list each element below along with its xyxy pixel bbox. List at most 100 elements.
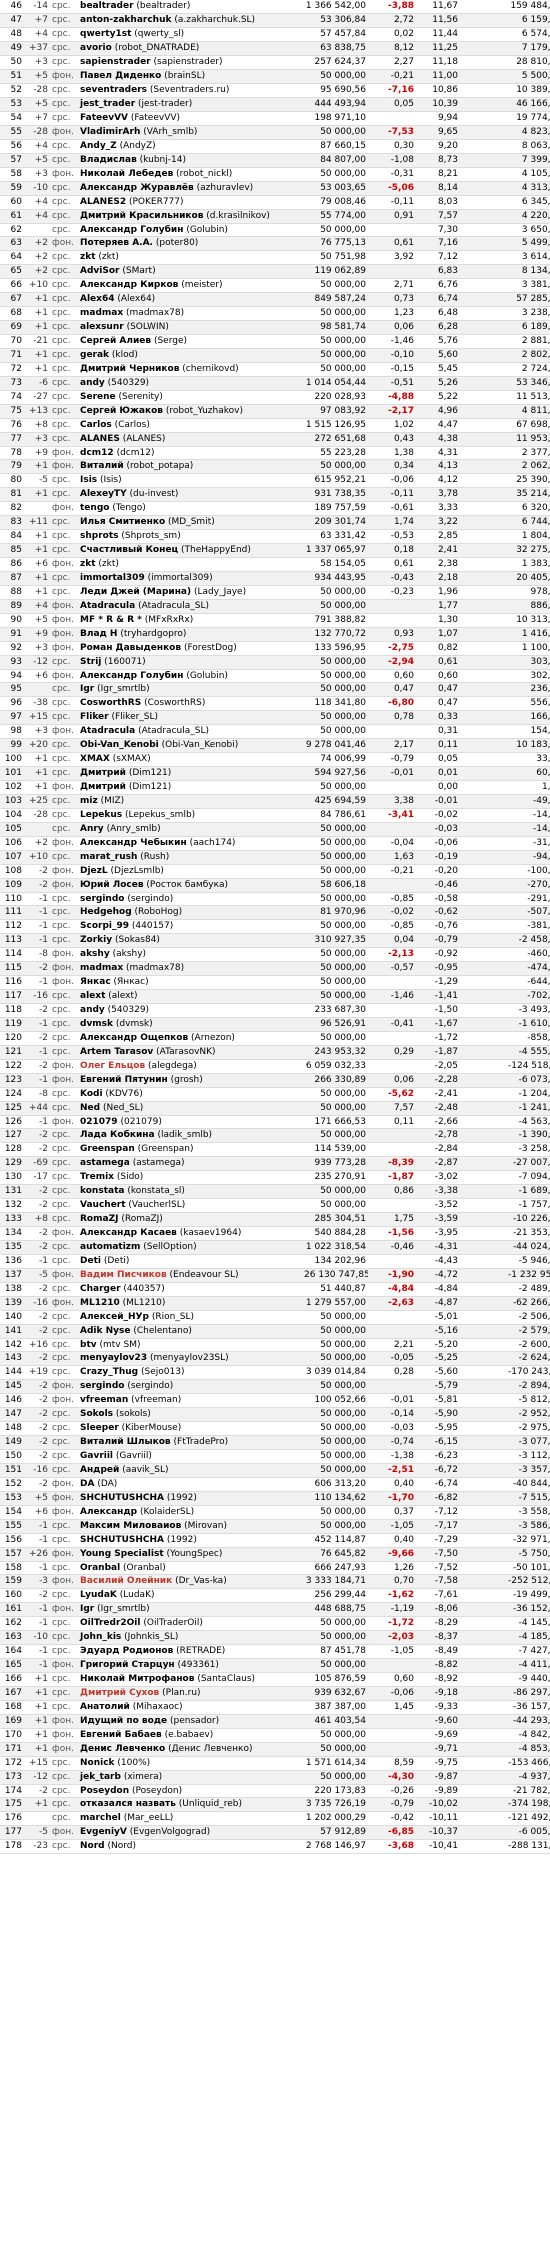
participant-nick-link[interactable]: gerak [80,350,109,360]
participant-nick-link[interactable]: Atadracula [80,601,135,611]
participant-nick-link[interactable]: VladimirArh [80,127,140,137]
participant-nick-link[interactable]: Денис Левченко [80,1744,165,1754]
participant-nick-link[interactable]: Scorpi_99 [80,921,129,931]
participant-nick-link[interactable]: Владислав [80,155,137,165]
participant-nick-link[interactable]: immortal309 [80,573,145,583]
participant-nick-link[interactable]: XMAX [80,754,110,764]
participant-nick-link[interactable]: qwerty1st [80,29,131,39]
participant-nick-link[interactable]: miz [80,796,98,806]
participant-nick-link[interactable]: Kodi [80,1089,103,1099]
participant-nick-link[interactable]: SHCHUTUSHCHA [80,1493,164,1503]
participant-nick-link[interactable]: akshy [80,949,110,959]
participant-nick-link[interactable]: Alex64 [80,294,114,304]
participant-nick-link[interactable]: Илья Смитиенко [80,517,165,527]
participant-nick-link[interactable]: madmax [80,963,123,973]
participant-nick-link[interactable]: seventraders [80,85,147,95]
participant-nick-link[interactable]: Ned [80,1103,100,1113]
participant-nick-link[interactable]: Александр Ощепков [80,1033,188,1043]
participant-nick-link[interactable]: LyudaK [80,1590,117,1600]
participant-nick-link[interactable]: Adik Nyse [80,1326,130,1336]
participant-nick-link[interactable]: Nord [80,1841,105,1851]
participant-nick-link[interactable]: Poseydon [80,1786,129,1796]
participant-nick-link[interactable]: marchel [80,1813,121,1823]
participant-nick-link[interactable]: alexsunr [80,322,124,332]
participant-nick-link[interactable]: Дмитрий Черников [80,364,179,374]
participant-nick-link[interactable]: Zorkiy [80,935,112,945]
participant-nick-link[interactable]: ALANES [80,434,120,444]
participant-nick-link[interactable]: Виталий [80,461,124,471]
participant-nick-link[interactable]: zkt [80,252,96,262]
participant-nick-link[interactable]: RomaZJ [80,1214,118,1224]
participant-nick-link[interactable]: DjezL [80,866,108,876]
participant-nick-link[interactable]: Идущий по воде [80,1716,167,1726]
participant-nick-link[interactable]: sergindo [80,894,124,904]
participant-nick-link[interactable]: Янкас [80,977,111,987]
participant-nick-link[interactable]: Obi-Van_Kenobi [80,740,159,750]
participant-nick-link[interactable]: Александр Голубин [80,671,183,681]
participant-nick-link[interactable]: Serene [80,392,116,402]
participant-nick-link[interactable]: Евгений Пятунин [80,1075,168,1085]
participant-nick-link[interactable]: Эдуард Родионов [80,1646,173,1656]
participant-nick-link[interactable]: OilTredr2Oil [80,1618,140,1628]
participant-nick-link[interactable]: Gavriil [80,1451,113,1461]
participant-nick-link[interactable]: sapienstrader [80,57,151,67]
participant-nick-link[interactable]: Евгений Бабаев [80,1730,162,1740]
participant-nick-link[interactable]: shprots [80,531,119,541]
participant-nick-link[interactable]: Александр Кирков [80,280,178,290]
participant-nick-link[interactable]: Василий Олейник [80,1576,172,1586]
participant-nick-link[interactable]: Tremix [80,1172,114,1182]
participant-nick-link[interactable]: Дмитрий [80,782,126,792]
participant-nick-link[interactable]: Вадим Писчиков [80,1270,167,1280]
participant-nick-link[interactable]: andy [80,1005,105,1015]
participant-nick-link[interactable]: anton-zakharchuk [80,15,171,25]
participant-nick-link[interactable]: Александр [80,1507,137,1517]
participant-nick-link[interactable]: Олег Ельцов [80,1061,145,1071]
participant-nick-link[interactable]: Young Specialist [80,1549,164,1559]
participant-nick-link[interactable]: Strij [80,657,101,667]
participant-nick-link[interactable]: Юрий Лосев [80,880,144,890]
participant-nick-link[interactable]: Сергей Алиев [80,336,151,346]
participant-nick-link[interactable]: Николай Лебедев [80,169,173,179]
participant-nick-link[interactable]: jest_trader [80,99,135,109]
participant-nick-link[interactable]: Григорий Старцун [80,1660,175,1670]
participant-nick-link[interactable]: Carlos [80,420,112,430]
participant-nick-link[interactable]: AlexeyTY [80,489,127,499]
participant-nick-link[interactable]: marat_rush [80,852,137,862]
participant-nick-link[interactable]: Максим Миловаиов [80,1521,181,1531]
participant-nick-link[interactable]: Isis [80,475,97,485]
participant-nick-link[interactable]: Andy_Z [80,141,117,151]
participant-nick-link[interactable]: astamega [80,1158,130,1168]
participant-nick-link[interactable]: Crazy_Thug [80,1367,138,1377]
participant-nick-link[interactable]: FateevVV [80,113,128,123]
participant-nick-link[interactable]: Deti [80,1256,101,1266]
participant-nick-link[interactable]: Роман Давыденков [80,643,181,653]
participant-nick-link[interactable]: 021079 [80,1117,118,1127]
participant-nick-link[interactable]: Счастливый Конец [80,545,178,555]
participant-nick-link[interactable]: Atadracula [80,726,135,736]
participant-nick-link[interactable]: Лада Кобкина [80,1130,155,1140]
participant-nick-link[interactable]: automatizm [80,1242,140,1252]
participant-nick-link[interactable]: Artem Tarasov [80,1047,153,1057]
participant-nick-link[interactable]: andy [80,378,105,388]
participant-nick-link[interactable]: Anry [80,824,104,834]
participant-nick-link[interactable]: vfreeman [80,1395,128,1405]
participant-nick-link[interactable]: dvmsk [80,1019,113,1029]
participant-nick-link[interactable]: Александр Журавлёв [80,183,194,193]
participant-nick-link[interactable]: ML1210 [80,1298,120,1308]
participant-nick-link[interactable]: sergindo [80,1381,124,1391]
participant-nick-link[interactable]: Nonick [80,1758,115,1768]
participant-nick-link[interactable]: EvgeniyV [80,1827,127,1837]
participant-nick-link[interactable]: MF * R & R * [80,615,142,625]
participant-nick-link[interactable]: Александр Чебыкин [80,838,187,848]
participant-nick-link[interactable]: отказался назвать [80,1799,176,1809]
participant-nick-link[interactable]: Влад Н [80,629,117,639]
participant-nick-link[interactable]: Fliker [80,712,109,722]
participant-nick-link[interactable]: Леди Джей (Марина) [80,587,191,597]
participant-nick-link[interactable]: Анатолий [80,1702,130,1712]
participant-nick-link[interactable]: Алексей_НУр [80,1312,149,1322]
participant-nick-link[interactable]: Александр Голубин [80,225,183,235]
participant-nick-link[interactable]: AdviSor [80,266,119,276]
participant-nick-link[interactable]: madmax [80,308,123,318]
participant-nick-link[interactable]: DA [80,1479,94,1489]
participant-nick-link[interactable]: Дмитрий [80,768,126,778]
